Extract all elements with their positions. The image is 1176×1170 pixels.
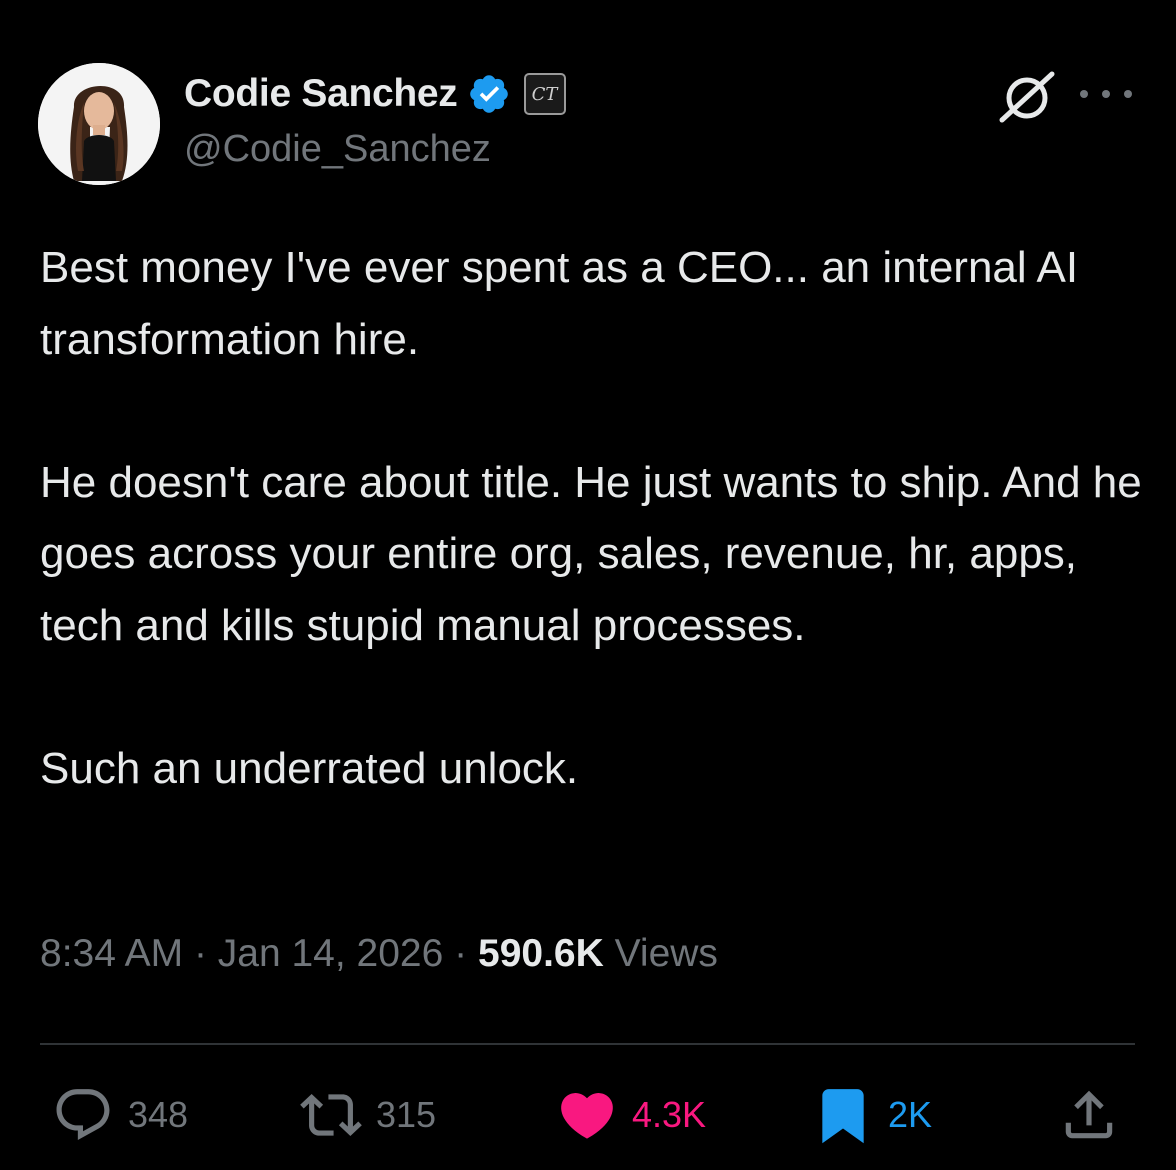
bookmark-button[interactable]: 2K: [812, 1080, 932, 1150]
bookmark-count: 2K: [888, 1094, 933, 1135]
tweet-time[interactable]: 8:34 AM: [40, 932, 183, 975]
tweet-date[interactable]: Jan 14, 2026: [218, 932, 444, 975]
author-handle[interactable]: @Codie_Sanchez: [184, 128, 491, 171]
tweet-paragraph: Best money I've ever spent as a CEO... a…: [40, 243, 1079, 364]
retweet-button[interactable]: 315: [300, 1080, 436, 1150]
action-bar: 348 315 4.3K 2K: [0, 1080, 1176, 1150]
dot-icon: [1102, 90, 1110, 98]
reply-count: 348: [128, 1094, 189, 1135]
author-name-row: Codie Sanchez CT: [184, 68, 566, 120]
meta-separator: ·: [454, 932, 468, 975]
retweet-icon: [300, 1094, 362, 1136]
divider: [40, 1043, 1135, 1045]
like-button[interactable]: 4.3K: [556, 1080, 706, 1150]
dot-icon: [1124, 90, 1132, 98]
reply-button[interactable]: 348: [52, 1080, 188, 1150]
verified-badge-icon[interactable]: [466, 71, 512, 117]
share-icon: [1065, 1090, 1113, 1139]
tweet-paragraph: He doesn't care about title. He just wan…: [40, 457, 1142, 650]
retweet-count: 315: [376, 1094, 437, 1135]
reply-icon: [56, 1089, 110, 1141]
bookmark-icon: [822, 1089, 864, 1144]
affiliate-badge-icon[interactable]: CT: [523, 73, 566, 115]
more-options-icon[interactable]: [1080, 74, 1132, 114]
views-label: Views: [614, 932, 718, 975]
avatar-image: [38, 63, 160, 185]
dot-icon: [1080, 90, 1088, 98]
grok-icon[interactable]: [996, 68, 1058, 126]
like-icon: [561, 1093, 613, 1139]
views-count[interactable]: 590.6K: [478, 932, 604, 975]
tweet-text: Best money I've ever spent as a CEO... a…: [40, 232, 1150, 804]
tweet-meta: 8:34 AM · Jan 14, 2026 · 590.6K Views: [40, 932, 718, 976]
tweet-paragraph: Such an underrated unlock.: [40, 743, 579, 793]
tweet-card: Codie Sanchez CT @Codie_Sanchez Best mon…: [0, 0, 1176, 1170]
meta-separator: ·: [193, 932, 207, 975]
share-button[interactable]: [1058, 1080, 1120, 1150]
like-count: 4.3K: [632, 1094, 707, 1135]
author-display-name[interactable]: Codie Sanchez: [184, 72, 458, 116]
avatar[interactable]: [38, 63, 160, 185]
